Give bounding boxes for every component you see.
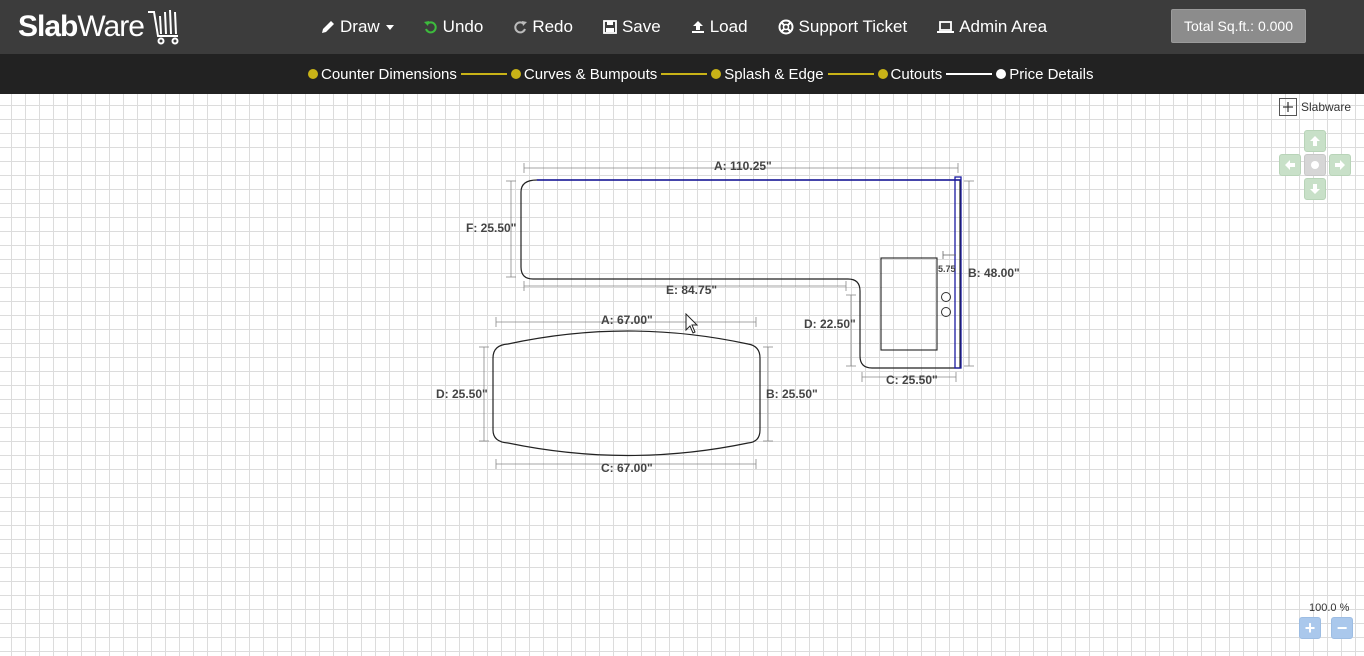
pan-center-button[interactable] [1304,154,1326,176]
draw-label: Draw [340,17,380,36]
step-counter-dimensions[interactable]: Counter Dimensions [308,66,457,83]
life-ring-icon [778,19,794,35]
l-inner-vertical-dimension-label: D: 22.50" [804,317,856,331]
zoom-in-button[interactable]: + [1299,617,1321,639]
faucet-hole[interactable] [941,307,951,317]
step-label: Price Details [1009,65,1094,83]
step-dot [711,69,722,79]
support-ticket-button[interactable]: Support Ticket [778,17,908,37]
arrow-left-icon [1285,160,1295,170]
island-left-dimension-label: D: 25.50" [436,387,488,401]
save-button[interactable]: Save [603,17,661,37]
step-connector [460,73,507,75]
step-dot [996,69,1007,79]
step-label: Cutouts [890,65,943,83]
circle-icon [1311,161,1319,169]
l-bottom-dimension-label: C: 25.50" [886,373,938,387]
main-nav: Draw Undo Redo Save Load Support Ticket … [321,0,1077,54]
redo-label: Redo [532,17,573,36]
pan-left-button[interactable] [1279,154,1301,176]
total-sqft-button[interactable]: Total Sq.ft.: 0.000 [1171,9,1306,43]
mouse-pointer-icon [685,313,699,334]
island-top-dimension-label: A: 67.00" [601,313,653,327]
faucet-hole[interactable] [941,292,951,302]
island-outline[interactable] [492,330,761,457]
step-label: Curves & Bumpouts [523,65,658,83]
island-bottom-dimension-label: C: 67.00" [601,461,653,475]
progress-steps-bar: Counter Dimensions Curves & Bumpouts Spl… [0,54,1364,94]
chevron-down-icon [385,24,394,30]
drawing-canvas[interactable]: 5.75 A: 110.25" F: 25.50" E: 84.75" B: 4… [0,94,1364,656]
step-label: Counter Dimensions [321,65,457,83]
step-dot [510,69,521,79]
undo-label: Undo [442,17,484,36]
island-right-dimension-label: B: 25.50" [766,387,818,401]
undo-icon [423,21,437,34]
zoom-level: 100.0 % [1309,602,1350,614]
redo-button[interactable]: Redo [513,17,573,37]
step-curves-bumpouts[interactable]: Curves & Bumpouts [510,65,658,83]
step-price-details[interactable]: Price Details [996,66,1093,83]
arrow-up-icon [1310,136,1320,146]
support-ticket-label: Support Ticket [798,17,908,36]
sink-offset-label: 5.75 [938,264,956,274]
arrow-right-icon [1335,160,1345,170]
step-connector [827,73,874,75]
slabware-logo[interactable]: SlabWare [18,8,182,46]
save-label: Save [621,17,661,36]
zoom-out-button[interactable]: − [1331,617,1353,639]
admin-area-label: Admin Area [959,17,1048,36]
top-navbar: SlabWare Draw Undo Redo Save Load Suppor… [0,0,1364,54]
load-label: Load [709,17,748,36]
undo-button[interactable]: Undo [423,17,484,37]
step-dot [877,69,888,79]
redo-icon [514,21,528,34]
l-right-dimension-label: B: 48.00" [968,266,1020,280]
step-connector [946,73,993,75]
step-label: Splash & Edge [724,65,824,83]
step-cutouts[interactable]: Cutouts [877,65,943,83]
l-inner-bottom-dimension-label: E: 84.75" [666,283,717,297]
pencil-icon [322,21,334,33]
floppy-disk-icon [603,20,617,34]
l-left-dimension-label: F: 25.50" [466,221,516,235]
laptop-icon [937,21,955,33]
load-button[interactable]: Load [691,17,748,37]
sink-offset-dimension [942,251,956,259]
upload-icon [691,21,704,33]
sink-cutout[interactable] [880,257,938,351]
draw-menu-button[interactable]: Draw [321,17,394,37]
step-connector [661,73,708,75]
pan-up-button[interactable] [1304,130,1326,152]
cart-icon [147,9,179,45]
dimension-lines-l-counter [506,163,974,382]
steps-track: Counter Dimensions Curves & Bumpouts Spl… [308,54,1093,94]
brand-tag-label: Slabware [1301,100,1352,114]
countertop-drawing[interactable]: 5.75 A: 110.25" F: 25.50" E: 84.75" B: 4… [0,94,1364,656]
step-dot [308,69,318,79]
logo-text: SlabWare [18,10,145,43]
step-splash-edge[interactable]: Splash & Edge [711,65,824,83]
crosshair-icon [1279,98,1297,116]
l-top-dimension-label: A: 110.25" [714,159,772,173]
pan-right-button[interactable] [1329,154,1351,176]
arrow-down-icon [1310,184,1320,194]
admin-area-button[interactable]: Admin Area [937,17,1047,37]
pan-down-button[interactable] [1304,178,1326,200]
brand-tag: Slabware [1279,98,1351,116]
l-counter-outline[interactable] [520,179,961,369]
